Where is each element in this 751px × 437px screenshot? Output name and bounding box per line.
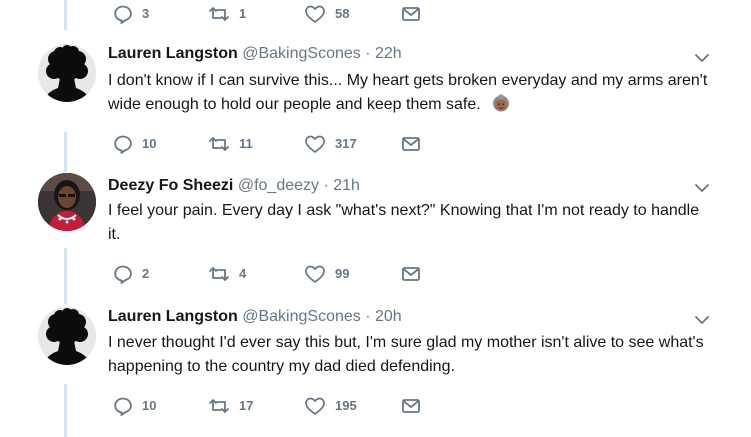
retweet-icon — [209, 7, 229, 21]
retweet-count: 4 — [239, 266, 247, 281]
tweet-header: Deezy Fo Sheezi @fo_deezy · 21h — [108, 176, 360, 196]
reply-button[interactable]: 10 — [113, 396, 156, 416]
thread-line — [64, 0, 67, 30]
reply-count: 3 — [142, 6, 150, 21]
timestamp[interactable]: 21h — [333, 177, 360, 194]
direct-message-button[interactable] — [401, 396, 421, 416]
chevron-down-icon[interactable] — [694, 180, 710, 196]
thread-line — [64, 384, 67, 437]
like-count: 99 — [335, 266, 350, 281]
reply-button[interactable]: 2 — [113, 264, 149, 284]
author-name[interactable]: Lauren Langston — [108, 308, 238, 325]
reply-icon — [114, 265, 132, 284]
direct-message-button[interactable] — [401, 134, 421, 154]
envelope-icon — [402, 399, 420, 413]
tweet-text-block: I feel your pain. Every day I ask "what'… — [108, 199, 708, 247]
profile-photo-avatar-icon — [38, 173, 96, 231]
retweet-icon — [209, 399, 229, 413]
reply-count: 2 — [142, 266, 150, 281]
afro-silhouette-avatar-icon — [38, 44, 96, 102]
like-count: 317 — [335, 136, 357, 151]
envelope-icon — [402, 267, 420, 281]
like-count: 195 — [335, 398, 357, 413]
like-button[interactable]: 317 — [304, 134, 357, 154]
heart-icon — [305, 265, 325, 283]
afro-silhouette-avatar-icon — [38, 307, 96, 365]
avatar[interactable] — [38, 173, 96, 231]
chevron-down-icon[interactable] — [694, 312, 710, 328]
retweet-icon — [209, 137, 229, 151]
direct-message-button[interactable] — [401, 4, 421, 24]
author-handle[interactable]: @BakingScones — [242, 45, 361, 62]
retweet-count: 17 — [239, 398, 254, 413]
separator-dot: · — [323, 177, 329, 194]
reply-icon — [114, 135, 132, 154]
heart-icon — [305, 5, 325, 23]
author-handle[interactable]: @BakingScones — [242, 308, 361, 325]
timestamp[interactable]: 20h — [375, 308, 402, 325]
like-button[interactable]: 58 — [304, 4, 349, 24]
retweet-count: 1 — [239, 6, 247, 21]
envelope-icon — [402, 7, 420, 21]
retweet-button[interactable]: 17 — [208, 396, 253, 416]
tweet-text: I don't know if I can survive this... My… — [108, 72, 708, 113]
tweet-text: I feel your pain. Every day I ask "what'… — [108, 202, 700, 243]
reply-count: 10 — [142, 136, 157, 151]
thread-line — [64, 132, 67, 172]
separator-dot: · — [365, 45, 371, 62]
author-handle[interactable]: @fo_deezy — [238, 177, 319, 194]
retweet-button[interactable]: 4 — [208, 264, 246, 284]
heart-icon — [305, 397, 325, 415]
reply-icon — [114, 397, 132, 416]
reply-button[interactable]: 3 — [113, 4, 149, 24]
retweet-count: 11 — [239, 136, 253, 151]
retweet-button[interactable]: 1 — [208, 4, 246, 24]
like-count: 58 — [335, 6, 350, 21]
thread-line — [64, 248, 67, 304]
author-name[interactable]: Lauren Langston — [108, 45, 238, 62]
retweet-button[interactable]: 11 — [208, 134, 253, 154]
heart-icon — [305, 135, 325, 153]
tweet-header: Lauren Langston @BakingScones · 20h — [108, 307, 402, 327]
envelope-icon — [402, 137, 420, 151]
reply-icon — [114, 5, 132, 24]
avatar[interactable] — [38, 307, 96, 365]
like-button[interactable]: 99 — [304, 264, 349, 284]
reply-count: 10 — [142, 398, 157, 413]
reply-button[interactable]: 10 — [113, 134, 156, 154]
like-button[interactable]: 195 — [304, 396, 357, 416]
separator-dot: · — [365, 308, 371, 325]
author-name[interactable]: Deezy Fo Sheezi — [108, 177, 233, 194]
tweet-text: I never thought I'd ever say this but, I… — [108, 334, 704, 375]
tweet-header: Lauren Langston @BakingScones · 22h — [108, 44, 402, 64]
tweet-text-block: I never thought I'd ever say this but, I… — [108, 331, 708, 379]
retweet-icon — [209, 267, 229, 281]
tweet-text-block: I don't know if I can survive this... My… — [108, 69, 708, 117]
chevron-down-icon[interactable] — [694, 50, 710, 66]
timestamp[interactable]: 22h — [375, 45, 402, 62]
direct-message-button[interactable] — [401, 264, 421, 284]
avatar[interactable] — [38, 44, 96, 102]
old-woman-emoji-icon — [493, 94, 510, 112]
